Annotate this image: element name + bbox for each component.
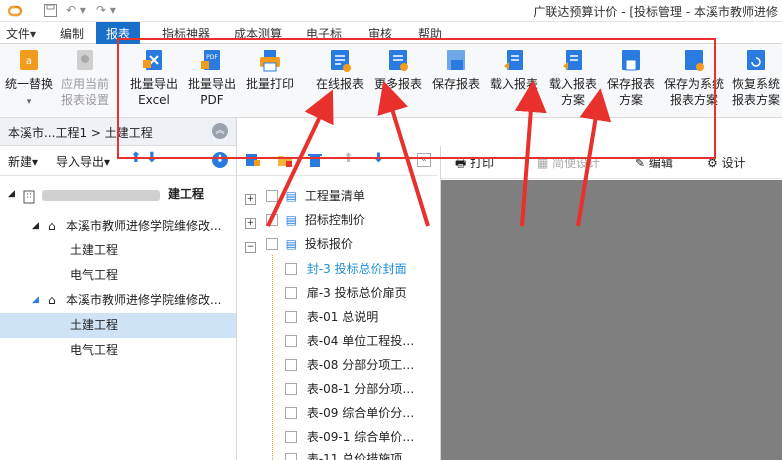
undo-button[interactable]: ↶ ▾ <box>66 3 86 17</box>
home-icon: ⌂ <box>48 219 56 233</box>
report-item-label: 表-08-1 分部分项… <box>306 382 415 396</box>
design-label: 设计 <box>721 156 746 170</box>
svg-text:a: a <box>26 56 32 67</box>
unify-replace-icon: a <box>20 50 38 70</box>
tree-item-electric-1[interactable]: 电气工程 <box>0 263 236 288</box>
save-icon[interactable] <box>44 4 57 17</box>
report-item-label: 表-09 综合单价分… <box>306 406 415 420</box>
tree-item-electric-2[interactable]: 电气工程 <box>0 338 236 363</box>
report-item[interactable]: 表-04 单位工程投… <box>285 329 414 353</box>
report-folder-icon: ▤ <box>285 237 297 251</box>
home-icon: ⌂ <box>48 293 56 307</box>
report-group-bid-price[interactable]: − ▤ 投标报价 <box>245 232 353 256</box>
tree-unit-2-label: 本溪市教师进修学院维修改... <box>66 293 222 307</box>
restore-label-1: 恢复系统 <box>731 77 780 91</box>
report-item-label: 表-09-1 综合单价… <box>306 430 415 444</box>
report-item-label: 扉-3 投标总价扉页 <box>306 286 407 300</box>
apply-current-label-1: 应用当前 <box>60 77 109 91</box>
report-item[interactable]: 扉-3 投标总价扉页 <box>285 281 407 305</box>
report-item[interactable]: 表-09 综合单价分… <box>285 401 414 425</box>
window-title: 广联达预算计价 - [投标管理 - 本溪市教师进修 <box>533 5 778 19</box>
tree-unit-2[interactable]: ◢ ⌂ 本溪市教师进修学院维修改... <box>0 288 236 313</box>
collapse-icon[interactable]: − <box>245 242 256 253</box>
tree-item-civil-1[interactable]: 土建工程 <box>0 238 236 263</box>
report-item-label: 表-08 分部分项工… <box>306 358 415 372</box>
collapse-arrow-icon[interactable]: ◢ <box>32 214 39 239</box>
checkbox[interactable] <box>285 453 297 460</box>
tree-item-label: 土建工程 <box>70 243 119 257</box>
checkbox[interactable] <box>285 263 297 275</box>
report-item[interactable]: 表-08 分部分项工… <box>285 353 414 377</box>
tree-unit-1-label: 本溪市教师进修学院维修改... <box>66 219 222 233</box>
report-item[interactable]: 表-01 总说明 <box>285 305 378 329</box>
restore-system-icon <box>747 50 765 70</box>
title-bar: ↶ ▾ ↷ ▾ 广联达预算计价 - [投标管理 - 本溪市教师进修 <box>0 0 782 22</box>
app-logo-icon <box>7 5 23 17</box>
report-item-label: 表-11 总价措施项… <box>306 452 415 460</box>
tree-root-label: 建工程 <box>168 187 205 201</box>
checkbox[interactable] <box>285 335 297 347</box>
report-item-label: 封-3 投标总价封面 <box>306 262 407 276</box>
unify-replace-label: 统一替换 <box>4 77 53 91</box>
report-item[interactable]: 表-09-1 综合单价… <box>285 425 414 449</box>
highlight-box <box>117 38 716 159</box>
checkbox[interactable] <box>265 238 278 250</box>
report-tree: + ▤ 工程量清单 + ▤ 招标控制价 − ▤ 投标报价 封-3 投标总价封面 … <box>237 180 440 460</box>
report-item-label: 表-01 总说明 <box>306 310 379 324</box>
tree-item-label: 电气工程 <box>70 268 119 282</box>
apply-current-label-2: 报表设置 <box>60 93 109 107</box>
checkbox[interactable] <box>285 407 297 419</box>
report-preview-canvas <box>441 180 782 460</box>
checkbox[interactable] <box>285 359 297 371</box>
tree-item-label: 土建工程 <box>70 318 119 332</box>
report-group-control-price[interactable]: + ▤ 招标控制价 <box>245 208 365 232</box>
report-group-label: 投标报价 <box>304 237 353 251</box>
restore-system-scheme-button[interactable]: 恢复系统 报表方案 <box>730 48 782 108</box>
apply-current-settings-button[interactable]: 应用当前 报表设置 <box>58 48 112 108</box>
report-folder-icon: ▤ <box>285 189 297 203</box>
report-group-label: 招标控制价 <box>304 213 365 227</box>
blurred-project-name <box>42 190 160 201</box>
report-item[interactable]: 表-11 总价措施项… <box>285 449 414 460</box>
checkbox[interactable] <box>285 431 297 443</box>
new-button[interactable]: 新建▾ <box>8 153 38 170</box>
checkbox[interactable] <box>265 190 278 202</box>
tree-guide-line <box>272 255 273 460</box>
tree-item-label: 电气工程 <box>70 343 119 357</box>
expand-icon[interactable]: + <box>245 218 256 229</box>
report-group-label: 工程量清单 <box>304 189 365 203</box>
checkbox[interactable] <box>285 287 297 299</box>
expand-icon[interactable]: + <box>245 194 256 205</box>
import-export-button[interactable]: 导入导出▾ <box>56 153 110 170</box>
report-group-bill[interactable]: + ▤ 工程量清单 <box>245 184 365 208</box>
restore-label-2: 报表方案 <box>731 93 780 107</box>
menu-edit[interactable]: 编制 <box>60 25 84 42</box>
tree-root[interactable]: ◢ 建工程 <box>0 182 236 207</box>
collapse-arrow-icon[interactable]: ◢ <box>32 288 39 313</box>
building-icon <box>22 188 36 204</box>
menu-file[interactable]: 文件▾ <box>6 25 36 42</box>
project-tree: ◢ 建工程 ◢ ⌂ 本溪市教师进修学院维修改... 土建工程 电气工程 ◢ ⌂ … <box>0 176 236 460</box>
redo-button[interactable]: ↷ ▾ <box>96 3 116 17</box>
checkbox[interactable] <box>265 214 278 226</box>
report-folder-icon: ▤ <box>285 213 297 227</box>
report-item[interactable]: 表-08-1 分部分项… <box>285 377 414 401</box>
tree-unit-1[interactable]: ◢ ⌂ 本溪市教师进修学院维修改... <box>0 214 236 239</box>
apply-settings-icon <box>77 50 93 70</box>
tree-item-civil-2[interactable]: 土建工程 <box>0 313 236 338</box>
checkbox[interactable] <box>285 383 297 395</box>
report-item-label: 表-04 单位工程投… <box>306 334 415 348</box>
checkbox[interactable] <box>285 311 297 323</box>
collapse-arrow-icon[interactable]: ◢ <box>8 182 15 207</box>
unify-replace-button[interactable]: a 统一替换 ▾ <box>4 48 54 110</box>
report-item[interactable]: 封-3 投标总价封面 <box>285 257 407 281</box>
